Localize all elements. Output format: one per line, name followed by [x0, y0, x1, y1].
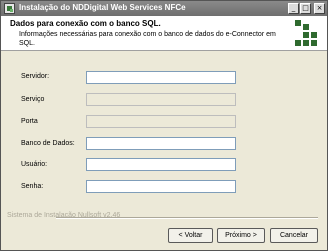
cancel-button[interactable]: Cancelar: [270, 228, 318, 243]
minimize-button[interactable]: _: [288, 3, 299, 14]
next-button[interactable]: Próximo >: [217, 228, 265, 243]
close-button[interactable]: ×: [314, 3, 325, 14]
installer-app-icon: [4, 3, 15, 14]
nddigital-logo-icon: [295, 20, 317, 46]
port-input: [86, 115, 236, 128]
user-label: Usuário:: [21, 161, 48, 168]
server-input[interactable]: [86, 71, 236, 84]
password-label: Senha:: [21, 183, 44, 190]
page-title: Dados para conexão com o banco SQL.: [10, 19, 161, 28]
footer-separator: [56, 217, 318, 219]
wizard-header: Dados para conexão com o banco SQL. Info…: [1, 16, 327, 51]
back-button[interactable]: < Voltar: [168, 228, 213, 243]
window-title: Instalação do NDDigital Web Services NFC…: [19, 3, 186, 12]
maximize-button[interactable]: □: [300, 3, 311, 14]
installer-window: Instalação do NDDigital Web Services NFC…: [0, 0, 328, 251]
page-subtitle: Informações necessárias para conexão com…: [19, 31, 276, 47]
port-label: Porta: [21, 118, 38, 125]
password-input[interactable]: [86, 180, 236, 193]
user-input[interactable]: [86, 158, 236, 171]
service-input: [86, 93, 236, 106]
server-label: Servidor:: [21, 73, 50, 80]
service-label: Serviço: [21, 96, 45, 103]
database-label: Banco de Dados:: [21, 140, 75, 147]
title-bar[interactable]: Instalação do NDDigital Web Services NFC…: [1, 1, 327, 16]
database-input[interactable]: [86, 137, 236, 150]
